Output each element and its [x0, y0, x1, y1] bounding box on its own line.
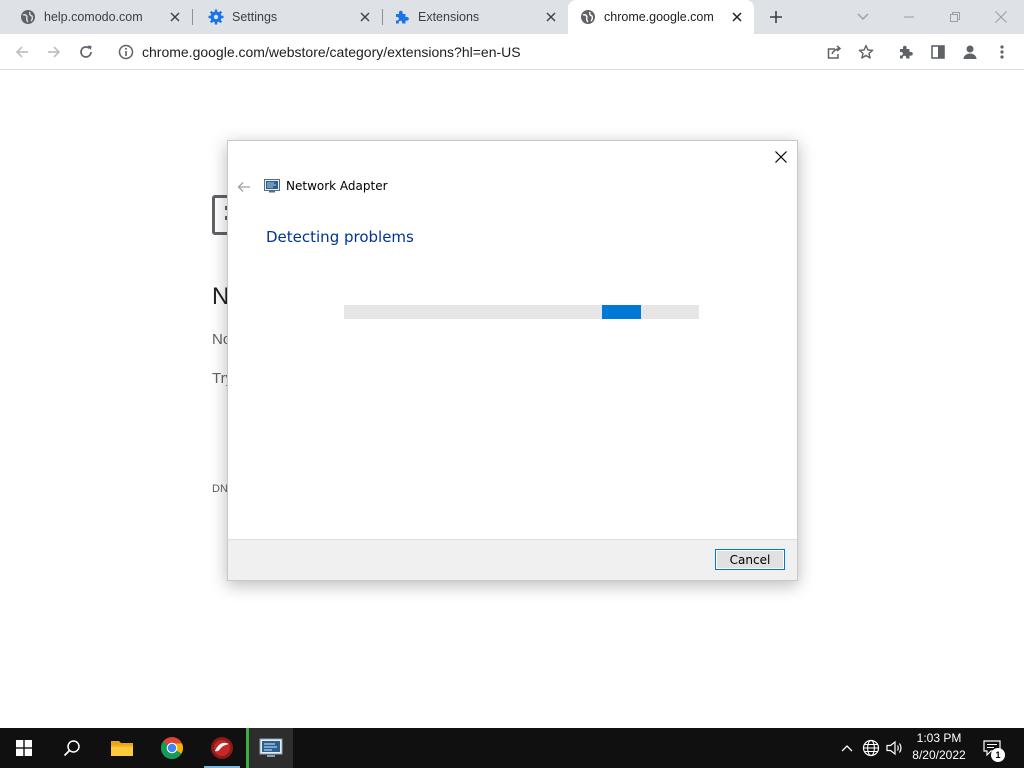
- network-adapter-icon: [264, 179, 280, 193]
- dialog-footer: Cancel: [228, 539, 797, 580]
- comodo-dragon-button[interactable]: [198, 728, 246, 768]
- clock-date: 8/20/2022: [912, 748, 966, 762]
- tab-strip: help.comodo.com Settings Extensions chro…: [0, 0, 1024, 34]
- chrome-button[interactable]: [148, 728, 196, 768]
- minimize-button[interactable]: [886, 0, 932, 34]
- tab-extensions[interactable]: Extensions: [374, 0, 568, 34]
- action-center-icon[interactable]: [978, 728, 1006, 768]
- notification-count-badge: 1: [991, 748, 1005, 762]
- address-bar[interactable]: chrome.google.com/webstore/category/exte…: [108, 37, 884, 67]
- tab-title: Extensions: [418, 10, 480, 24]
- back-button[interactable]: [8, 38, 36, 66]
- tab-title: help.comodo.com: [44, 10, 143, 24]
- new-tab-button[interactable]: [764, 5, 788, 29]
- gear-icon: [208, 9, 224, 25]
- browser-toolbar: chrome.google.com/webstore/category/exte…: [0, 34, 1024, 70]
- close-window-button[interactable]: [978, 0, 1024, 34]
- show-hidden-icons-chevron[interactable]: [838, 728, 856, 768]
- extensions-puzzle-icon[interactable]: [892, 38, 920, 66]
- troubleshooter-dialog: Network Adapter Detecting problems Cance…: [227, 140, 798, 581]
- error-code: DN: [212, 483, 228, 495]
- cancel-button[interactable]: Cancel: [715, 549, 785, 570]
- app-name: Network Adapter: [286, 179, 388, 193]
- progress-marquee: [602, 305, 641, 319]
- tab-close-icon[interactable]: [542, 8, 560, 26]
- network-troubleshooter-button[interactable]: [249, 728, 293, 768]
- dialog-heading: Detecting problems: [266, 228, 414, 246]
- tab-close-icon[interactable]: [166, 8, 184, 26]
- volume-icon[interactable]: [884, 728, 906, 768]
- tab-title: Settings: [232, 10, 278, 24]
- dialog-app-title: Network Adapter: [264, 179, 388, 193]
- globe-icon: [580, 9, 596, 25]
- taskbar: 1:03 PM 8/20/2022 1: [0, 728, 1024, 768]
- tab-help-comodo[interactable]: help.comodo.com: [0, 0, 192, 34]
- progress-bar: [344, 305, 699, 319]
- system-clock[interactable]: 1:03 PM 8/20/2022: [906, 730, 972, 766]
- tab-settings[interactable]: Settings: [188, 0, 382, 34]
- globe-icon: [20, 9, 36, 25]
- bookmark-star-icon[interactable]: [852, 38, 880, 66]
- puzzle-icon: [394, 9, 410, 25]
- restore-button[interactable]: [932, 0, 978, 34]
- tab-close-icon[interactable]: [728, 8, 746, 26]
- info-icon[interactable]: [118, 44, 134, 60]
- reload-button[interactable]: [72, 38, 100, 66]
- dialog-close-button[interactable]: [771, 147, 791, 167]
- url-text: chrome.google.com/webstore/category/exte…: [142, 44, 521, 60]
- tab-close-icon[interactable]: [356, 8, 374, 26]
- side-panel-icon[interactable]: [924, 38, 952, 66]
- profile-avatar-icon[interactable]: [956, 38, 984, 66]
- clock-time: 1:03 PM: [916, 731, 962, 745]
- start-button[interactable]: [0, 728, 48, 768]
- back-arrow-icon[interactable]: [236, 179, 252, 195]
- tab-title: chrome.google.com: [604, 10, 714, 24]
- tab-search-button[interactable]: [840, 0, 886, 34]
- network-globe-icon[interactable]: [860, 728, 882, 768]
- search-button[interactable]: [48, 728, 96, 768]
- menu-kebab-icon[interactable]: [988, 38, 1016, 66]
- forward-button[interactable]: [40, 38, 68, 66]
- share-icon[interactable]: [820, 38, 848, 66]
- tab-chrome-webstore[interactable]: chrome.google.com: [568, 0, 754, 34]
- file-explorer-button[interactable]: [98, 728, 146, 768]
